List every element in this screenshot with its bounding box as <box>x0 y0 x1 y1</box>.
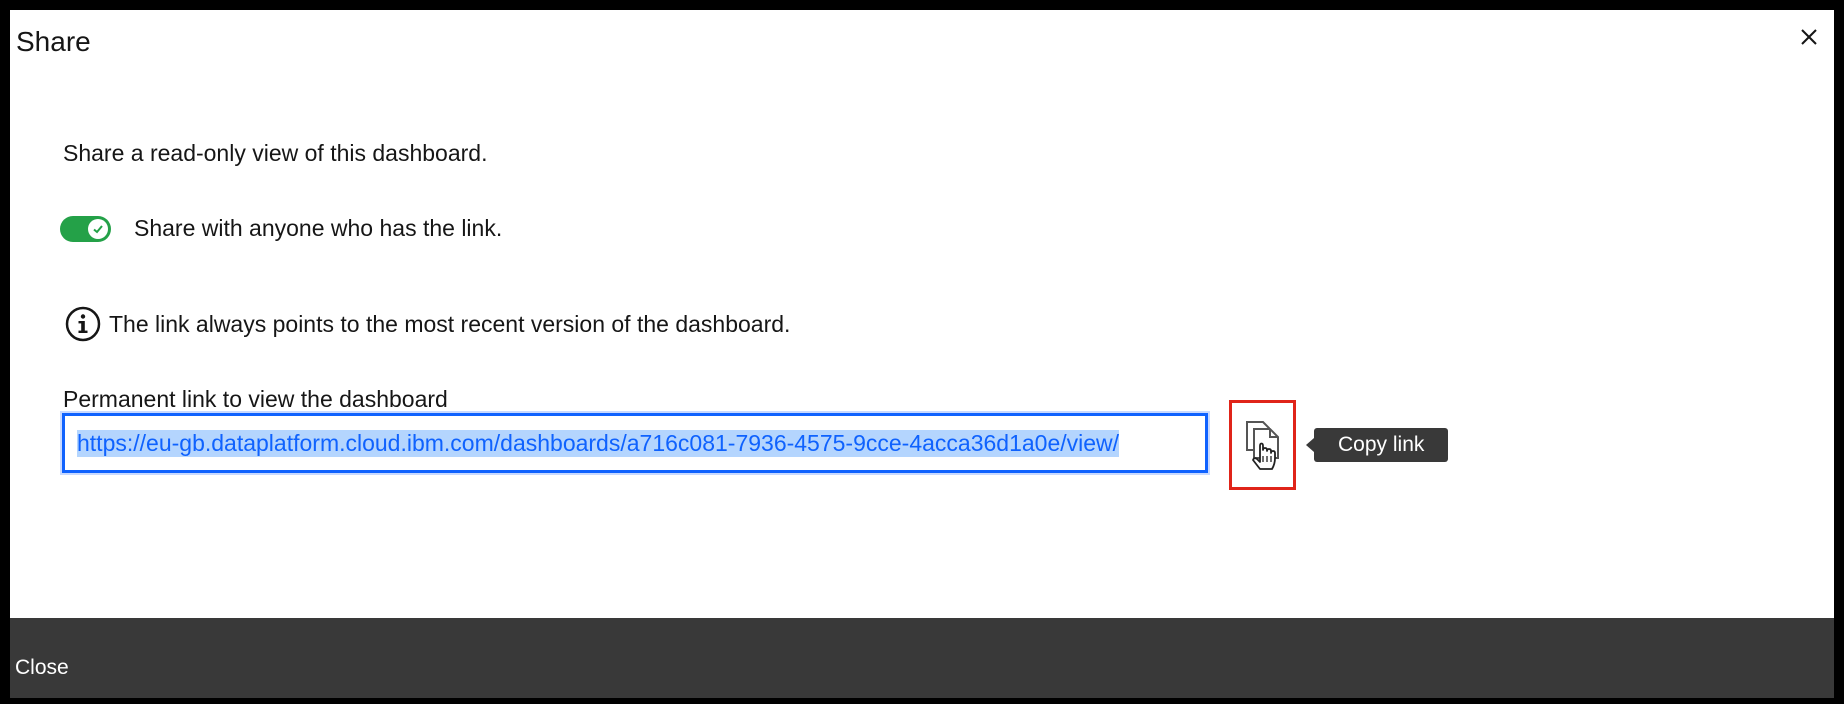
modal-description: Share a read-only view of this dashboard… <box>63 140 488 166</box>
share-toggle[interactable] <box>60 215 111 242</box>
info-text: The link always points to the most recen… <box>109 310 791 337</box>
copy-link-button[interactable] <box>1229 400 1296 490</box>
modal-footer: Close <box>10 618 1834 698</box>
info-notice: The link always points to the most recen… <box>63 304 790 344</box>
share-toggle-label: Share with anyone who has the link. <box>134 215 503 241</box>
link-field-label: Permanent link to view the dashboard <box>63 386 448 412</box>
copy-icon <box>1245 421 1279 470</box>
info-icon <box>63 304 103 344</box>
toggle-checkmark-icon <box>88 218 108 239</box>
permanent-link-input[interactable]: https://eu-gb.dataplatform.cloud.ibm.com… <box>62 413 1208 473</box>
close-icon[interactable] <box>1794 22 1824 52</box>
share-toggle-row: Share with anyone who has the link. <box>60 215 502 242</box>
permanent-link-value: https://eu-gb.dataplatform.cloud.ibm.com… <box>77 429 1120 457</box>
share-modal: Share Share a read-only view of this das… <box>10 10 1834 698</box>
copy-link-tooltip: Copy link <box>1305 428 1449 462</box>
close-button[interactable]: Close <box>15 656 69 680</box>
modal-title: Share <box>16 26 91 57</box>
